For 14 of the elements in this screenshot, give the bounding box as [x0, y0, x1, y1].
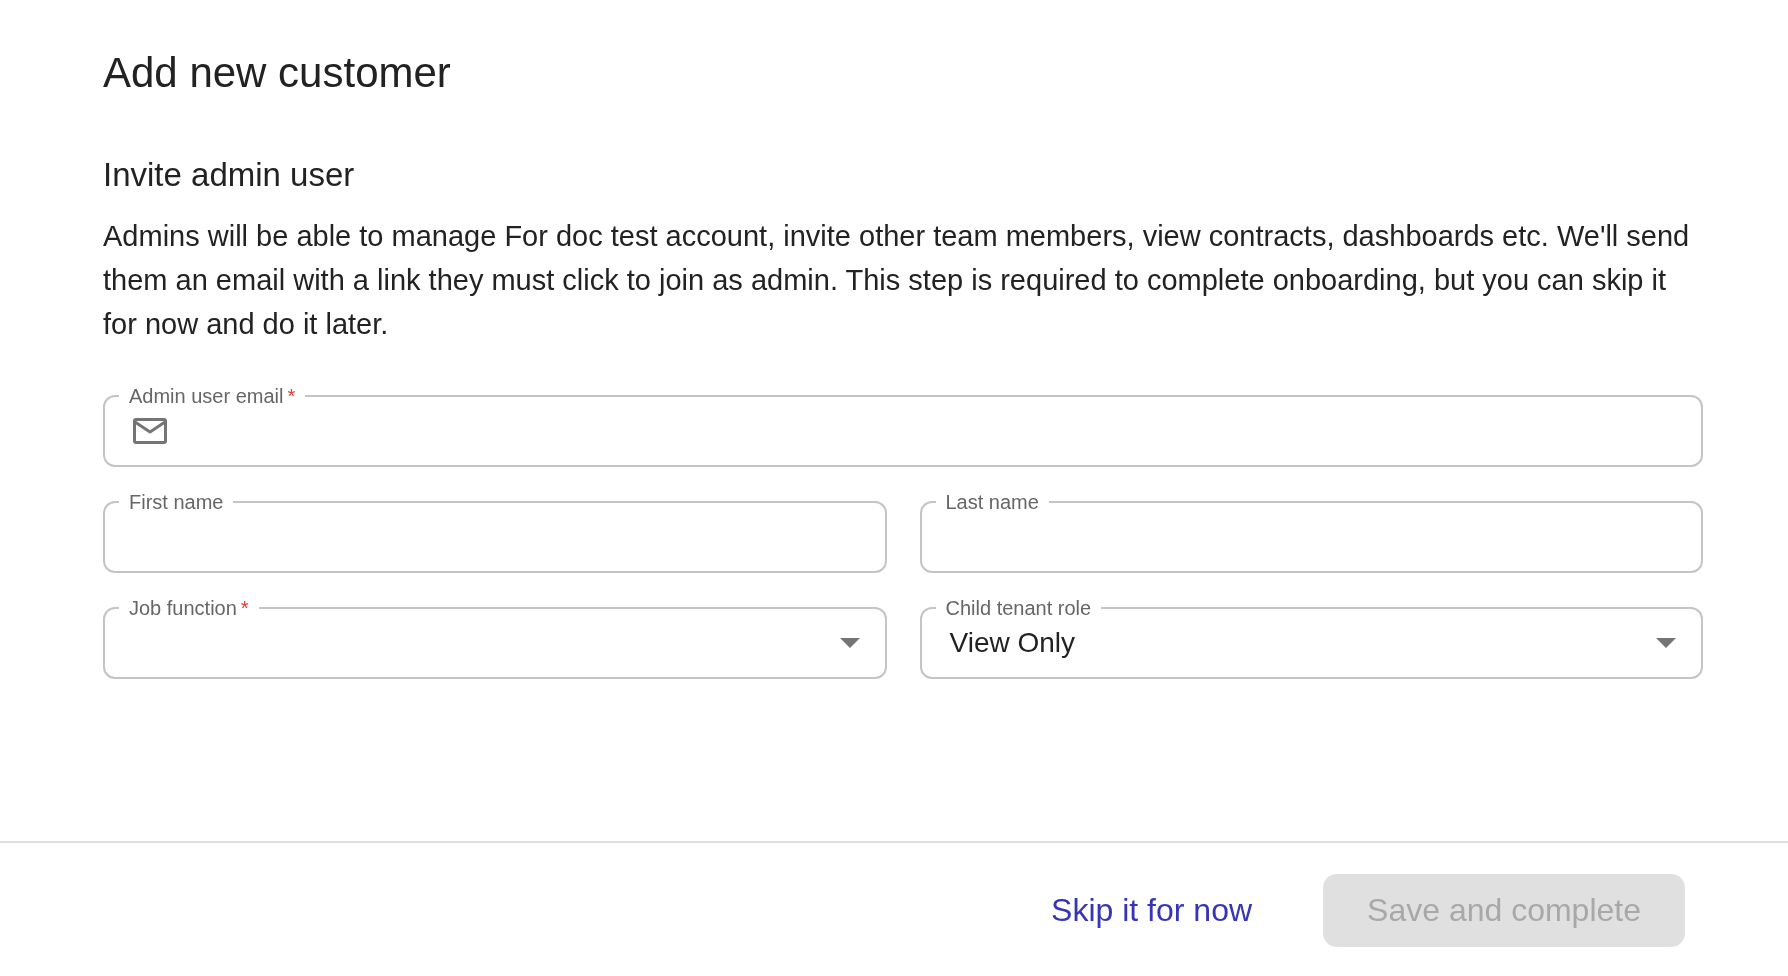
field-label: Child tenant role: [945, 596, 1092, 620]
required-mark: *: [287, 384, 296, 408]
skip-link[interactable]: Skip it for now: [1035, 883, 1269, 938]
envelope-icon: [133, 418, 167, 444]
section-heading: Invite admin user: [103, 155, 355, 195]
page-title: Add new customer: [103, 48, 451, 98]
field-label: Job function: [129, 596, 237, 620]
caret-down-icon: [839, 638, 860, 648]
field-label: Admin user email: [129, 384, 284, 408]
required-mark: *: [240, 596, 249, 620]
field-label: Last name: [945, 490, 1039, 514]
caret-down-icon: [1656, 638, 1676, 648]
description-text: Admins will be able to manage For doc test account, invite other team members, view contracts, dashboards etc. We'll send them an email with a link they must click to join as admin. This step is required to complete onboarding, but you can skip it for now and do it later.: [103, 219, 1691, 342]
field-label: First name: [129, 490, 224, 514]
